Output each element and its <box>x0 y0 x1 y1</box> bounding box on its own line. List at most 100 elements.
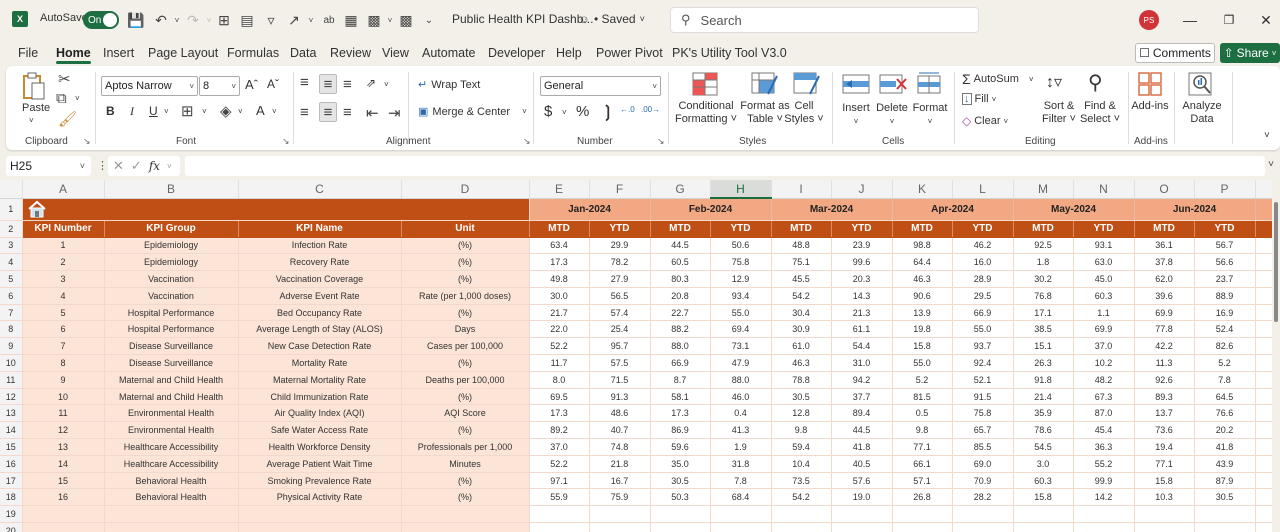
ribbon-collapse-icon[interactable]: ˅ <box>1264 130 1270 141</box>
column-header[interactable]: O <box>1134 180 1195 199</box>
ytd-value-cell[interactable]: 19.0 <box>831 488 893 507</box>
expand-formula-bar-icon[interactable]: ˅ <box>1268 159 1274 170</box>
mtd-value-cell[interactable]: 75.1 <box>771 253 832 272</box>
column-header[interactable]: L <box>952 180 1014 199</box>
decrease-decimal-icon[interactable]: .00→ <box>641 105 660 114</box>
cell[interactable] <box>650 522 711 532</box>
ytd-value-cell[interactable]: 5.2 <box>1194 354 1256 372</box>
tab-formulas[interactable]: Formulas <box>227 46 279 60</box>
mtd-value-cell[interactable]: 78.8 <box>771 371 832 389</box>
unit-cell[interactable]: (%) <box>401 421 530 440</box>
fill-button[interactable]: ↓ Fill ˅ <box>962 93 996 105</box>
ytd-value-cell[interactable]: 57.5 <box>589 354 651 372</box>
mtd-value-cell[interactable]: 88.2 <box>650 320 711 339</box>
ytd-value-cell[interactable]: 57.6 <box>831 472 893 490</box>
calculator2-icon[interactable]: ▩ <box>397 11 415 29</box>
save-icon[interactable]: 💾 <box>127 11 145 29</box>
currency-dropdown-icon[interactable]: ˅ <box>562 108 567 117</box>
ytd-value-cell[interactable]: 95.7 <box>589 337 651 356</box>
ytd-value-cell[interactable]: 93.7 <box>952 337 1014 356</box>
cell[interactable] <box>831 522 893 532</box>
tab-utility-tool[interactable]: PK's Utility Tool V3.0 <box>672 46 787 60</box>
mtd-value-cell[interactable]: 98.8 <box>892 237 953 255</box>
column-header[interactable]: P <box>1194 180 1256 199</box>
ytd-value-cell[interactable]: 70.9 <box>952 472 1014 490</box>
ytd-value-cell[interactable]: 88.9 <box>1194 287 1256 305</box>
mtd-value-cell[interactable]: 30.2 <box>1013 270 1074 288</box>
clear-button[interactable]: ◇ Clear ˅ <box>962 114 1008 128</box>
merge-center-button[interactable]: ▣ Merge & Center ˅ <box>418 105 527 119</box>
cell[interactable] <box>1194 522 1256 532</box>
kpi-name-cell[interactable]: Health Workforce Density <box>238 438 402 456</box>
kpi-number-cell[interactable]: 8 <box>22 354 105 372</box>
mtd-value-cell[interactable]: 30.9 <box>771 320 832 339</box>
align-right-icon[interactable]: ≡ <box>343 104 352 121</box>
mtd-value-cell[interactable]: 88.0 <box>650 337 711 356</box>
kpi-number-cell[interactable]: 14 <box>22 455 105 473</box>
mtd-value-cell[interactable]: 45.5 <box>771 270 832 288</box>
ytd-value-cell[interactable]: 48.2 <box>1073 371 1135 389</box>
mtd-value-cell[interactable]: 58.1 <box>650 388 711 406</box>
row-header[interactable]: 19 <box>0 505 23 524</box>
mtd-value-cell[interactable]: 62.0 <box>1134 270 1195 288</box>
mtd-value-cell[interactable]: 54.5 <box>1013 438 1074 456</box>
mtd-value-cell[interactable]: 59.4 <box>771 438 832 456</box>
tab-page-layout[interactable]: Page Layout <box>148 46 218 60</box>
mtd-value-cell[interactable]: 21.7 <box>529 304 590 322</box>
ytd-value-cell[interactable]: 28.2 <box>952 488 1014 507</box>
ytd-value-cell[interactable]: 91.3 <box>589 388 651 406</box>
mtd-value-cell[interactable]: 10.4 <box>771 455 832 473</box>
copy-dropdown-icon[interactable]: ˅ <box>75 94 80 103</box>
ytd-value-cell[interactable]: 75.8 <box>952 404 1014 423</box>
kpi-group-cell[interactable]: Hospital Performance <box>104 304 239 322</box>
orientation-icon[interactable]: ⇗ <box>366 76 376 90</box>
ytd-value-cell[interactable]: 99.9 <box>1073 472 1135 490</box>
cell[interactable] <box>952 505 1014 524</box>
ytd-value-cell[interactable]: 16.0 <box>952 253 1014 272</box>
ytd-value-cell[interactable]: 46.2 <box>952 237 1014 255</box>
ytd-value-cell[interactable]: 55.0 <box>952 320 1014 339</box>
number-format-select[interactable]: General ˅ <box>540 76 661 96</box>
mtd-value-cell[interactable]: 15.1 <box>1013 337 1074 356</box>
more-options-icon[interactable]: ⋮ <box>97 159 108 172</box>
row-header[interactable]: 13 <box>0 404 23 423</box>
kpi-name-cell[interactable]: Smoking Prevalence Rate <box>238 472 402 490</box>
mtd-value-cell[interactable]: 52.2 <box>529 337 590 356</box>
ytd-value-cell[interactable]: 73.1 <box>710 337 772 356</box>
ytd-value-cell[interactable]: 14.2 <box>1073 488 1135 507</box>
kpi-name-cell[interactable]: New Case Detection Rate <box>238 337 402 356</box>
cell[interactable] <box>1013 505 1074 524</box>
bold-button[interactable]: B <box>106 104 115 118</box>
mtd-value-cell[interactable]: 30.0 <box>529 287 590 305</box>
cell[interactable] <box>771 522 832 532</box>
mtd-value-cell[interactable]: 64.4 <box>892 253 953 272</box>
ytd-value-cell[interactable]: 27.9 <box>589 270 651 288</box>
mtd-value-cell[interactable]: 54.2 <box>771 488 832 507</box>
mtd-value-cell[interactable]: 50.3 <box>650 488 711 507</box>
find-select-button[interactable]: Find & Select ˅ <box>1079 100 1121 126</box>
format-cells-icon[interactable] <box>916 72 944 98</box>
mtd-value-cell[interactable]: 36.1 <box>1134 237 1195 255</box>
cell[interactable] <box>1194 505 1256 524</box>
kpi-number-cell[interactable]: 6 <box>22 320 105 339</box>
ytd-value-cell[interactable]: 92.4 <box>952 354 1014 372</box>
mtd-value-cell[interactable]: 57.1 <box>892 472 953 490</box>
row-header[interactable]: 12 <box>0 388 23 406</box>
increase-indent-icon[interactable]: ⇥ <box>388 104 401 122</box>
cell[interactable] <box>238 505 402 524</box>
mtd-value-cell[interactable]: 26.3 <box>1013 354 1074 372</box>
ytd-value-cell[interactable]: 37.7 <box>831 388 893 406</box>
ytd-value-cell[interactable]: 28.9 <box>952 270 1014 288</box>
mtd-value-cell[interactable]: 86.9 <box>650 421 711 440</box>
kpi-group-cell[interactable]: Disease Surveillance <box>104 354 239 372</box>
select-all-corner[interactable] <box>0 180 23 199</box>
cell[interactable] <box>1134 522 1195 532</box>
ytd-value-cell[interactable]: 56.5 <box>589 287 651 305</box>
mtd-value-cell[interactable]: 59.6 <box>650 438 711 456</box>
kpi-number-cell[interactable]: 9 <box>22 371 105 389</box>
cell-styles-icon[interactable] <box>793 72 821 98</box>
mtd-value-cell[interactable]: 15.8 <box>1134 472 1195 490</box>
ytd-value-cell[interactable]: 69.0 <box>952 455 1014 473</box>
cell[interactable] <box>1073 522 1135 532</box>
sort-filter-button[interactable]: Sort & Filter ˅ <box>1038 100 1080 126</box>
